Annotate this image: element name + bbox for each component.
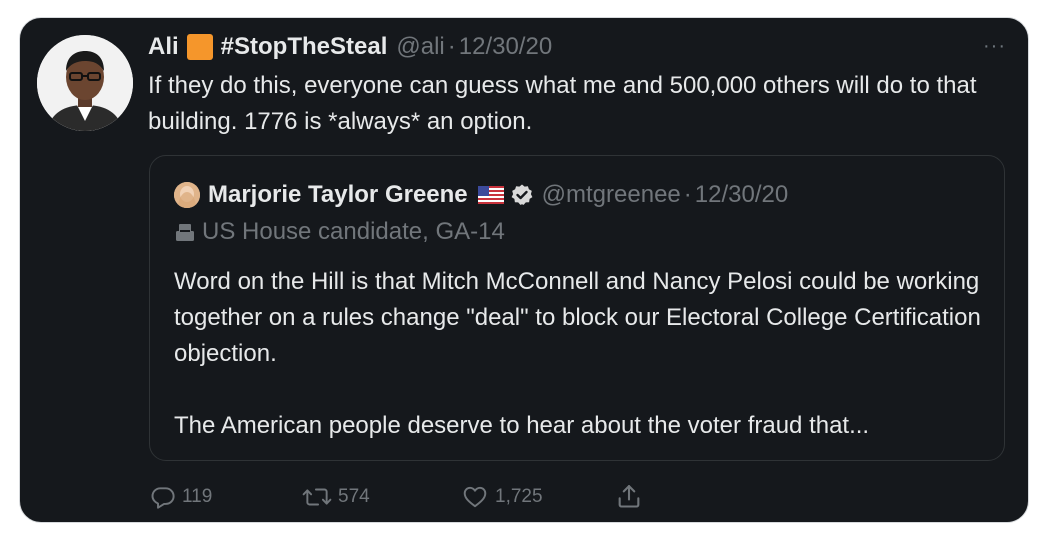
tweet-actions: 119 574 1,725	[150, 482, 750, 512]
quoted-author-avatar[interactable]	[174, 182, 200, 208]
orange-square-icon	[186, 34, 213, 60]
share-icon	[615, 482, 643, 510]
reply-button[interactable]: 119	[150, 482, 212, 512]
quoted-author-label-text: US House candidate, GA-14	[202, 218, 505, 245]
quoted-tweet-date[interactable]: 12/30/20	[695, 180, 788, 210]
reply-icon	[150, 484, 176, 510]
author-avatar[interactable]	[37, 35, 133, 131]
retweet-button[interactable]: 574	[302, 482, 370, 512]
retweet-count: 574	[338, 486, 370, 507]
tweet-text: If they do this, everyone can guess what…	[148, 72, 977, 135]
quoted-tweet[interactable]: Marjorie Taylor Greene @mtgreenee · 12/3…	[149, 155, 1005, 461]
author-handle[interactable]: @ali	[396, 32, 444, 62]
author-name[interactable]: Ali	[148, 32, 179, 62]
reply-count: 119	[182, 486, 213, 507]
separator-dot: ·	[447, 33, 456, 60]
tweet-card[interactable]: ··· Ali #StopTheSteal @ali · 12/30/20 If…	[19, 17, 1029, 523]
quoted-author-name[interactable]: Marjorie Taylor Greene	[208, 180, 468, 210]
quoted-tweet-header: Marjorie Taylor Greene @mtgreenee · 12/3…	[174, 180, 788, 210]
author-tag[interactable]: #StopTheSteal	[221, 32, 388, 62]
tweet-header: Ali #StopTheSteal @ali · 12/30/20	[148, 32, 552, 62]
quoted-separator-dot: ·	[683, 181, 692, 208]
ballot-box-icon	[174, 221, 196, 243]
retweet-icon	[302, 484, 332, 510]
us-flag-icon	[477, 186, 504, 204]
like-icon	[461, 484, 489, 510]
more-icon[interactable]: ···	[983, 36, 1006, 56]
like-button[interactable]: 1,725	[461, 482, 543, 512]
like-count: 1,725	[495, 486, 543, 507]
quoted-author-handle[interactable]: @mtgreenee	[542, 180, 681, 210]
tweet-date[interactable]: 12/30/20	[459, 32, 552, 62]
quoted-author-label: US House candidate, GA-14	[174, 217, 505, 247]
quoted-tweet-text: Word on the Hill is that Mitch McConnell…	[174, 268, 981, 439]
share-button[interactable]	[615, 482, 643, 510]
verified-badge-icon	[510, 183, 534, 207]
